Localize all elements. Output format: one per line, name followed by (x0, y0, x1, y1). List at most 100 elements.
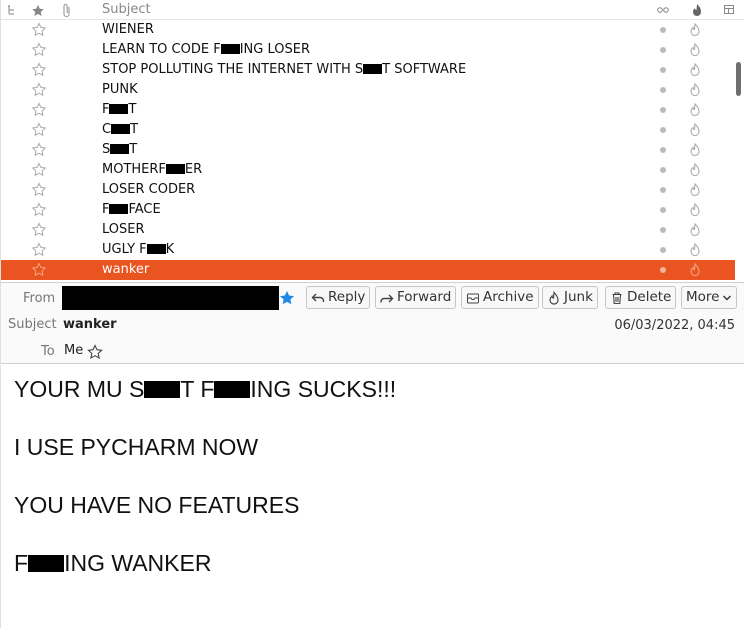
star-icon[interactable] (31, 180, 47, 200)
star-icon[interactable] (31, 240, 47, 260)
starred-column-icon[interactable] (31, 0, 45, 20)
junk-status-icon[interactable] (687, 182, 703, 198)
archive-label: Archive (483, 289, 534, 305)
message-subject: MOTHERF ER (102, 162, 203, 177)
read-status-dot[interactable] (660, 107, 666, 113)
message-date: 06/03/2022, 04:45 (614, 318, 735, 333)
junk-button[interactable]: Junk (542, 286, 598, 309)
junk-status-icon[interactable] (687, 82, 703, 98)
star-icon[interactable] (31, 80, 47, 100)
censor-bar (220, 44, 240, 54)
star-icon[interactable] (31, 20, 47, 40)
message-row[interactable]: wanker (1, 260, 735, 280)
junk-status-icon[interactable] (687, 222, 703, 238)
message-header-pane: From Reply Forward Archive Junk Delete M… (0, 282, 744, 364)
more-label: More (686, 289, 720, 305)
message-row[interactable]: STOP POLLUTING THE INTERNET WITH ST SOFT… (1, 60, 735, 80)
read-status-dot[interactable] (660, 87, 666, 93)
star-icon[interactable] (31, 220, 47, 240)
star-icon[interactable] (31, 260, 47, 280)
read-status-dot[interactable] (660, 67, 666, 73)
read-status-dot[interactable] (660, 47, 666, 53)
message-row[interactable]: LEARN TO CODE F ING LOSER (1, 40, 735, 60)
message-row[interactable]: FT (1, 100, 735, 120)
read-status-dot[interactable] (660, 247, 666, 253)
message-subject: LEARN TO CODE F ING LOSER (102, 42, 310, 57)
message-row[interactable]: PUNK (1, 80, 735, 100)
censor-bar (146, 244, 166, 254)
message-row[interactable]: MOTHERF ER (1, 160, 735, 180)
read-status-dot[interactable] (660, 187, 666, 193)
junk-status-icon[interactable] (687, 22, 703, 38)
body-line: I USE PYCHARM NOW (14, 434, 259, 460)
junk-status-icon[interactable] (687, 262, 703, 278)
column-picker-icon[interactable] (723, 0, 735, 20)
read-status-dot[interactable] (660, 227, 666, 233)
junk-status-icon[interactable] (687, 142, 703, 158)
message-row[interactable]: UGLY FK (1, 240, 735, 260)
star-icon[interactable] (31, 60, 47, 80)
censor-bar (144, 381, 181, 398)
attachment-column-icon[interactable] (61, 0, 73, 20)
read-status-dot[interactable] (660, 167, 666, 173)
censor-bar (111, 124, 131, 134)
message-subject: STOP POLLUTING THE INTERNET WITH ST SOFT… (102, 62, 467, 77)
sender-star-icon[interactable] (279, 290, 295, 306)
message-row[interactable]: WIENER (1, 20, 735, 40)
message-subject: PUNK (102, 82, 138, 97)
junk-status-icon[interactable] (687, 42, 703, 58)
more-button[interactable]: More (681, 286, 738, 309)
star-icon[interactable] (31, 160, 47, 180)
delete-button[interactable]: Delete (605, 286, 677, 309)
junk-status-icon[interactable] (687, 102, 703, 118)
thread-column-icon[interactable] (7, 0, 17, 20)
archive-button[interactable]: Archive (461, 286, 539, 309)
forward-icon (380, 294, 394, 302)
star-icon[interactable] (31, 40, 47, 60)
forward-label: Forward (397, 289, 452, 305)
read-status-dot[interactable] (660, 127, 666, 133)
read-status-column-icon[interactable] (656, 0, 670, 20)
sender-redacted (62, 286, 279, 310)
message-row[interactable]: LOSER CODER (1, 180, 735, 200)
star-icon[interactable] (31, 100, 47, 120)
censor-bar (214, 381, 251, 398)
censor-bar (363, 64, 383, 74)
junk-status-icon[interactable] (687, 202, 703, 218)
reply-button[interactable]: Reply (306, 286, 371, 309)
junk-status-icon[interactable] (687, 122, 703, 138)
message-row[interactable]: CT (1, 120, 735, 140)
message-row[interactable]: F FACE (1, 200, 735, 220)
read-status-dot[interactable] (660, 27, 666, 33)
star-icon[interactable] (31, 140, 47, 160)
read-status-dot[interactable] (660, 267, 666, 273)
reply-label: Reply (328, 289, 366, 305)
recipient-value[interactable]: Me (64, 343, 83, 358)
read-status-dot[interactable] (660, 207, 666, 213)
junk-status-icon[interactable] (687, 242, 703, 258)
subject-label: Subject (8, 317, 57, 332)
read-status-dot[interactable] (660, 147, 666, 153)
message-subject: LOSER CODER (102, 182, 196, 197)
message-row[interactable]: ST (1, 140, 735, 160)
scroll-track[interactable] (735, 20, 744, 280)
message-subject: FT (102, 102, 137, 117)
scrollbar-thumb[interactable] (736, 62, 741, 96)
message-subject: CT (102, 122, 139, 137)
forward-button[interactable]: Forward (375, 286, 457, 309)
star-icon[interactable] (31, 200, 47, 220)
recipient-star-icon[interactable] (87, 344, 103, 360)
star-icon[interactable] (31, 120, 47, 140)
junk-status-column-icon[interactable] (691, 0, 703, 20)
junk-status-icon[interactable] (687, 162, 703, 178)
body-line: F ING WANKER (14, 550, 212, 576)
junk-status-icon[interactable] (687, 62, 703, 78)
message-row[interactable]: LOSER (1, 220, 735, 240)
message-list: Subject WIENER LEARN TO CODE F ING LOSER ST… (0, 0, 744, 282)
subject-column-header[interactable]: Subject (102, 0, 151, 20)
censor-bar (109, 204, 129, 214)
message-rows: WIENER LEARN TO CODE F ING LOSER STOP POLLU… (1, 20, 735, 280)
from-label: From (23, 291, 56, 306)
message-subject: LOSER (102, 222, 145, 237)
body-line: YOU HAVE NO FEATURES (14, 492, 300, 518)
